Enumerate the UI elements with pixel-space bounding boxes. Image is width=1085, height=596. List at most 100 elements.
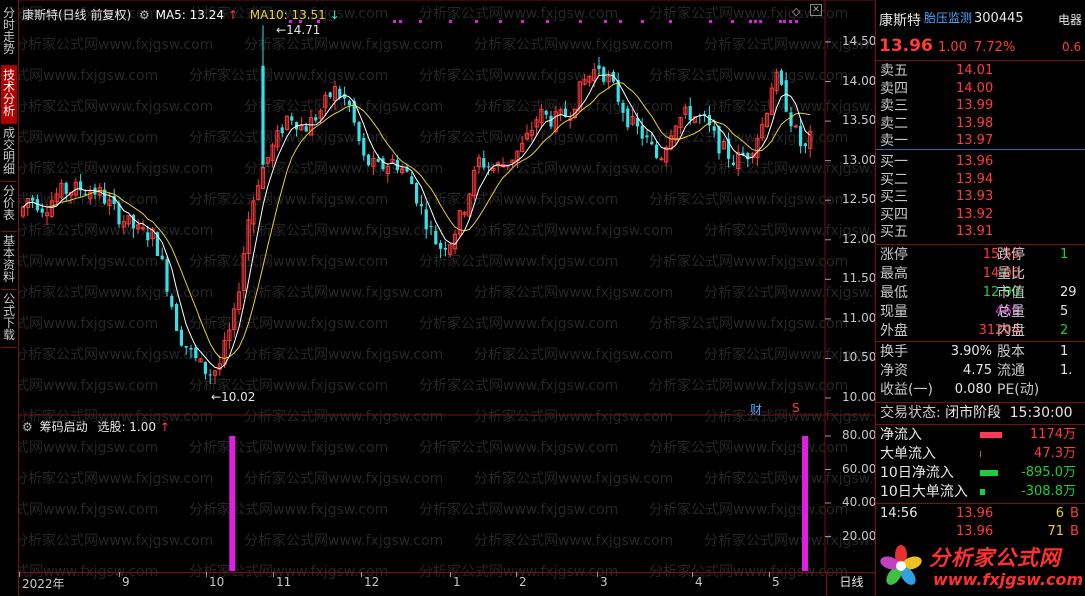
watermark-text: 分析家公式网www.fxjgsw.com xyxy=(704,284,875,301)
candle-body-down xyxy=(655,144,659,158)
stat-row: 最高 14.00 量比 xyxy=(880,265,1025,283)
candle-body-down xyxy=(717,126,721,154)
candle-body-down xyxy=(160,255,164,260)
candle-body-down xyxy=(261,65,265,165)
bid-label: 买二 xyxy=(880,171,908,188)
ask-price: 13.99 xyxy=(956,98,994,113)
stat-label: 现量 xyxy=(880,304,908,320)
flow-row: 10日大单流入 -308.8万 xyxy=(880,483,1076,501)
site-logo: 分析家公式网 www.fxjgsw.com xyxy=(877,538,1083,594)
diamond-icon[interactable]: ◇ xyxy=(792,5,800,18)
watermark-text: 分析家公式网www.fxjgsw.com xyxy=(419,439,618,456)
watermark-text: 分析家公式网www.fxjgsw.com xyxy=(19,253,158,270)
watermark-text: 分析家公式网www.fxjgsw.com xyxy=(244,532,443,549)
date-tick-mark xyxy=(361,572,362,577)
signal-dot xyxy=(546,20,549,23)
candle-body-down xyxy=(208,374,212,376)
candle-body-down xyxy=(117,203,121,225)
signal-dot xyxy=(475,20,478,23)
date-tick-label: 11 xyxy=(276,575,292,589)
watermark-text: 分析家公式网www.fxjgsw.com xyxy=(19,284,213,301)
candle-body-down xyxy=(170,296,174,307)
ask-price: 13.98 xyxy=(956,115,994,131)
stat-row: 现量 469 总量 5 xyxy=(880,303,1068,321)
close-chart-icon[interactable]: ✕ xyxy=(810,4,822,16)
candle-body-down xyxy=(290,116,294,121)
price-change: 1.00 xyxy=(938,40,967,55)
sector-name[interactable]: 电器 xyxy=(1058,11,1082,28)
signal-dot xyxy=(731,20,734,23)
fund-value: 0.080 xyxy=(954,382,992,397)
indicator-tick-label: 80.00 xyxy=(842,428,877,442)
flow-row: 净流入 1174万 xyxy=(880,426,1076,444)
left-tab-strip: 分时走势 技术分析 成交明细 分价表 基本资料 公式下载 xyxy=(0,0,19,596)
signal-dot xyxy=(709,20,712,23)
tick-row: 14:56 13.96 6 B xyxy=(880,505,1079,523)
tab-technical[interactable]: 技术分析 xyxy=(1,66,17,124)
date-tick-mark xyxy=(597,572,598,577)
watermark-text: 分析家公式网www.fxjgsw.com xyxy=(189,315,388,332)
bid-price: 13.92 xyxy=(956,206,994,222)
financial-tag[interactable]: 财 xyxy=(750,401,762,418)
tick-direction: B xyxy=(1070,506,1079,521)
tab-intraday[interactable]: 分时走势 xyxy=(1,4,17,66)
bid-price: 13.96 xyxy=(956,154,994,169)
watermark-text: 分析家公式网www.fxjgsw.com xyxy=(19,532,213,549)
indicator-settings-icon[interactable]: ⚙ xyxy=(22,420,33,434)
signal-dot xyxy=(783,20,786,23)
candle-body-up xyxy=(793,125,798,128)
ask-label: 卖一 xyxy=(880,133,908,149)
stat-label: 外盘 xyxy=(880,323,908,339)
stock-code: 300445 xyxy=(974,11,1024,26)
signal-dot xyxy=(749,20,752,23)
signal-dot xyxy=(604,20,607,23)
candle-body-down xyxy=(789,112,793,127)
stock-name: 康斯特 xyxy=(879,13,921,29)
flow-bar xyxy=(980,451,981,457)
stat-row: 涨停 15.55 跌停 1 xyxy=(880,246,1068,264)
tab-trades[interactable]: 成交明细 xyxy=(1,124,17,182)
candle-body-down xyxy=(434,231,438,245)
fund-label: 换手 xyxy=(880,344,908,360)
date-tick-mark xyxy=(450,572,451,577)
tab-formula-download[interactable]: 公式下载 xyxy=(1,290,17,348)
fund-row: 净资 4.75 流通 1. xyxy=(880,362,1072,380)
ma10-down-arrow-icon: ↓ xyxy=(329,8,340,22)
period-selector[interactable]: 日线 xyxy=(826,572,876,596)
candle-body-down xyxy=(621,102,625,113)
ma5-up-arrow-icon: ↑ xyxy=(227,8,238,22)
date-tick-label: 3 xyxy=(600,575,608,589)
chart-title: 康斯特(日线 前复权) xyxy=(22,8,132,22)
candle-body-down xyxy=(626,108,630,128)
ask-label: 卖四 xyxy=(880,80,908,97)
watermark-layer: 分析家公式网www.fxjgsw.com 分析家公式网www.fxjgsw.com… xyxy=(19,5,875,580)
candle-body-down xyxy=(645,135,649,138)
tab-fundamentals[interactable]: 基本资料 xyxy=(1,232,17,290)
date-tick-label: 9 xyxy=(122,575,130,589)
watermark-text: 分析家公式网www.fxjgsw.com xyxy=(244,408,443,425)
trade-status: 闭市阶段 xyxy=(945,405,1002,421)
date-tick-label: 12 xyxy=(364,575,380,589)
watermark-text: 分析家公式网www.fxjgsw.com xyxy=(649,67,848,84)
indicator-title: 筹码启动 xyxy=(39,420,88,434)
watermark-text: 分析家公式网www.fxjgsw.com xyxy=(244,470,443,487)
price-tick-label: 14.50 xyxy=(842,34,877,48)
sell-tag[interactable]: S xyxy=(792,401,800,415)
watermark-text: 分析家公式网www.fxjgsw.com xyxy=(19,36,213,53)
watermark-text: 分析家公式网www.fxjgsw.com xyxy=(19,129,158,146)
concept-tag[interactable]: 胎压监测 xyxy=(924,9,972,26)
watermark-text: 分析家公式网www.fxjgsw.com xyxy=(19,315,158,332)
tab-price-table[interactable]: 分价表 xyxy=(1,182,17,232)
kline-chart[interactable]: 分析家公式网www.fxjgsw.com 分析家公式网www.fxjgsw.com… xyxy=(19,0,875,596)
signal-dot xyxy=(619,20,622,23)
candle-body-down xyxy=(203,361,207,374)
watermark-text: 分析家公式网www.fxjgsw.com xyxy=(649,439,848,456)
settings-gear-icon[interactable]: ⚙ xyxy=(139,8,150,22)
flow-label: 10日净流入 xyxy=(880,465,954,481)
candle-body-down xyxy=(146,232,150,241)
watermark-text: 分析家公式网www.fxjgsw.com xyxy=(19,222,213,239)
candle-body-down xyxy=(597,65,601,70)
date-tick-label: 4 xyxy=(695,575,703,589)
stat-label: 总量 xyxy=(997,304,1025,320)
candle-body-down xyxy=(784,80,788,112)
